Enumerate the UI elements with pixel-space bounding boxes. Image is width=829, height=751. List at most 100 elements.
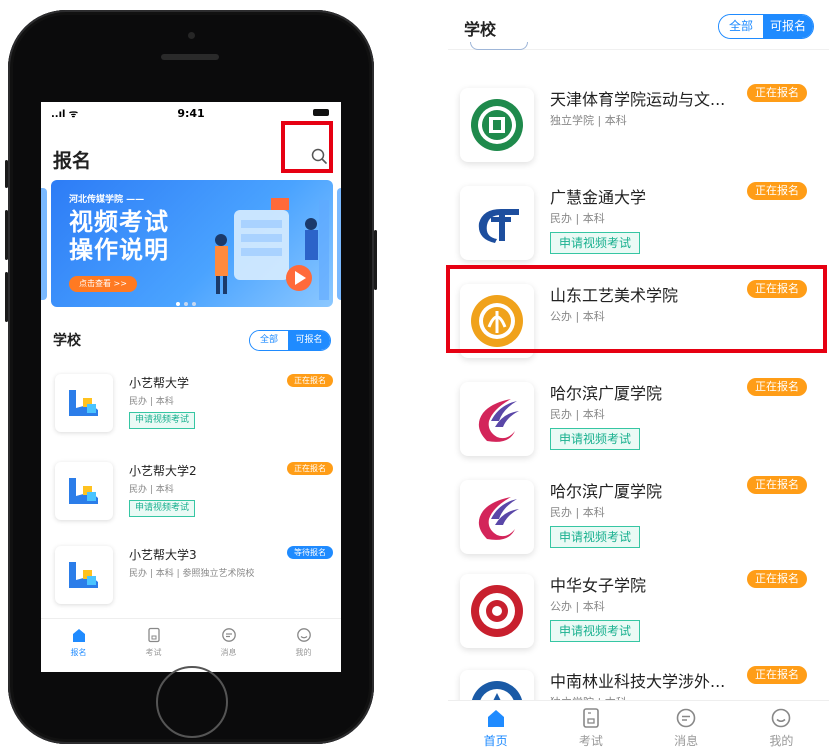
banner-headline-2: 操作说明 bbox=[69, 236, 169, 264]
banner-view-button[interactable]: 点击查看 >> bbox=[69, 276, 137, 292]
pagination-dot bbox=[192, 302, 196, 306]
school-list-item[interactable]: 哈尔滨广厦学院 民办 | 本科 申请视频考试 正在报名 bbox=[448, 378, 829, 474]
status-badge: 正在报名 bbox=[747, 182, 807, 200]
profile-icon bbox=[296, 628, 311, 642]
bottom-tab-bar: 首页 考试 消息 我的 bbox=[448, 700, 829, 751]
school-name: 天津体育学院运动与文... bbox=[550, 90, 726, 109]
partial-logo-edge bbox=[470, 42, 528, 50]
school-name: 小艺帮大学 bbox=[129, 376, 190, 390]
school-name: 小艺帮大学3 bbox=[129, 548, 197, 562]
mute-switch bbox=[5, 160, 8, 188]
status-bar: ..ıl ᯤ 9:41 bbox=[41, 102, 341, 122]
composite-screenshot: ..ıl ᯤ 9:41 报名 河北传媒学院 —— 视频考试 操作说明 点击查看 … bbox=[0, 0, 829, 751]
school-meta: 民办 | 本科 bbox=[129, 485, 174, 495]
status-badge: 正在报名 bbox=[747, 476, 807, 494]
filter-toggle[interactable]: 全部 可报名 bbox=[718, 14, 814, 39]
school-list-item[interactable]: 天津体育学院运动与文... 独立学院 | 本科 正在报名 bbox=[448, 84, 829, 180]
school-meta: 民办 | 本科 bbox=[550, 506, 605, 519]
page-title: 报名 bbox=[53, 150, 92, 172]
exam-icon bbox=[147, 627, 160, 643]
status-badge: 正在报名 bbox=[287, 462, 333, 475]
profile-icon bbox=[772, 708, 791, 728]
school-list-panel: 天津体育学院运动与文... 独立学院 | 本科 正在报名 广慧金通大学 民办 |… bbox=[448, 0, 829, 751]
apply-video-exam-button[interactable]: 申请视频考试 bbox=[550, 526, 641, 548]
tab-signup[interactable]: 报名 bbox=[41, 619, 116, 672]
volume-up-button bbox=[5, 210, 8, 260]
earpiece-speaker bbox=[161, 54, 219, 60]
tianjin-sport-logo-icon bbox=[460, 88, 534, 162]
status-badge: 正在报名 bbox=[747, 666, 807, 684]
school-meta: 民办 | 本科 bbox=[129, 397, 174, 407]
home-icon bbox=[72, 629, 85, 642]
tab-exam[interactable]: 考试 bbox=[116, 619, 191, 672]
school-list-item[interactable]: 广慧金通大学 民办 | 本科 申请视频考试 正在报名 bbox=[448, 182, 829, 278]
filter-available[interactable]: 可报名 bbox=[763, 15, 813, 38]
xiaoyibang-logo-icon bbox=[55, 546, 113, 604]
filter-available[interactable]: 可报名 bbox=[288, 331, 330, 350]
home-button[interactable] bbox=[156, 666, 228, 738]
filter-toggle[interactable]: 全部 可报名 bbox=[249, 330, 331, 351]
selected-school-highlight-box bbox=[446, 265, 827, 353]
harbin-guangsha-logo-icon bbox=[460, 382, 534, 456]
tab-label: 报名 bbox=[70, 648, 87, 657]
tab-exam[interactable]: 考试 bbox=[543, 701, 638, 751]
tab-label: 消息 bbox=[220, 648, 237, 657]
status-badge: 正在报名 bbox=[747, 84, 807, 102]
bottom-tab-bar: 报名 考试 消息 我的 bbox=[41, 618, 341, 672]
banner-illustration bbox=[215, 198, 329, 300]
search-highlight-box bbox=[281, 121, 333, 173]
banner-headline-1: 视频考试 bbox=[69, 208, 169, 236]
apply-video-exam-button[interactable]: 申请视频考试 bbox=[550, 428, 641, 450]
school-meta: 民办 | 本科 bbox=[550, 212, 605, 225]
tab-home[interactable]: 首页 bbox=[448, 701, 543, 751]
phone-screen: ..ıl ᯤ 9:41 报名 河北传媒学院 —— 视频考试 操作说明 点击查看 … bbox=[41, 102, 341, 672]
banner-tag: 河北传媒学院 —— bbox=[69, 195, 145, 205]
school-meta: 民办 | 本科 bbox=[550, 408, 605, 421]
exam-icon bbox=[583, 708, 599, 728]
status-time: 9:41 bbox=[177, 107, 205, 120]
status-badge: 等待报名 bbox=[287, 546, 333, 559]
banner-next-peek bbox=[337, 188, 341, 300]
school-list-item[interactable]: 小艺帮大学 民办 | 本科 申请视频考试 正在报名 bbox=[41, 368, 341, 460]
status-badge: 正在报名 bbox=[747, 570, 807, 588]
guanghui-logo-icon bbox=[460, 186, 534, 260]
school-name: 哈尔滨广厦学院 bbox=[550, 482, 663, 501]
china-women-logo-icon bbox=[460, 574, 534, 648]
school-meta: 公办 | 本科 bbox=[550, 600, 605, 613]
apply-video-exam-button[interactable]: 申请视频考试 bbox=[550, 232, 641, 254]
banner-pagination bbox=[176, 302, 196, 306]
power-button bbox=[374, 230, 377, 290]
xiaoyibang-logo-icon bbox=[55, 462, 113, 520]
tab-label: 我的 bbox=[295, 648, 312, 657]
school-meta: 独立学院 | 本科 bbox=[550, 114, 627, 127]
tab-mine[interactable]: 我的 bbox=[734, 701, 829, 751]
school-name: 广慧金通大学 bbox=[550, 188, 647, 207]
apply-video-exam-button[interactable]: 申请视频考试 bbox=[129, 412, 196, 429]
tab-messages[interactable]: 消息 bbox=[639, 701, 734, 751]
battery-icon bbox=[313, 109, 329, 116]
school-list-item[interactable]: 中华女子学院 公办 | 本科 申请视频考试 正在报名 bbox=[448, 570, 829, 666]
tab-mine[interactable]: 我的 bbox=[266, 619, 341, 672]
school-list-item[interactable]: 哈尔滨广厦学院 民办 | 本科 申请视频考试 正在报名 bbox=[448, 476, 829, 572]
apply-video-exam-button[interactable]: 申请视频考试 bbox=[550, 620, 641, 642]
tab-label: 首页 bbox=[483, 734, 508, 748]
promo-banner[interactable]: 河北传媒学院 —— 视频考试 操作说明 点击查看 >> bbox=[51, 180, 333, 307]
message-icon bbox=[221, 628, 236, 642]
message-icon bbox=[676, 708, 696, 728]
front-camera bbox=[188, 32, 195, 39]
apply-video-exam-button[interactable]: 申请视频考试 bbox=[129, 500, 196, 517]
tab-label: 我的 bbox=[769, 734, 794, 748]
tab-messages[interactable]: 消息 bbox=[191, 619, 266, 672]
tab-label: 消息 bbox=[674, 734, 699, 748]
filter-all[interactable]: 全部 bbox=[719, 15, 763, 38]
school-list-item[interactable]: 小艺帮大学2 民办 | 本科 申请视频考试 正在报名 bbox=[41, 456, 341, 548]
volume-down-button bbox=[5, 272, 8, 322]
banner-prev-peek bbox=[41, 188, 47, 300]
section-title-schools: 学校 bbox=[464, 20, 497, 39]
status-badge: 正在报名 bbox=[287, 374, 333, 387]
tab-label: 考试 bbox=[145, 648, 162, 657]
tab-label: 考试 bbox=[578, 734, 603, 748]
school-name: 哈尔滨广厦学院 bbox=[550, 384, 663, 403]
school-name: 中华女子学院 bbox=[550, 576, 647, 595]
filter-all[interactable]: 全部 bbox=[250, 331, 288, 350]
